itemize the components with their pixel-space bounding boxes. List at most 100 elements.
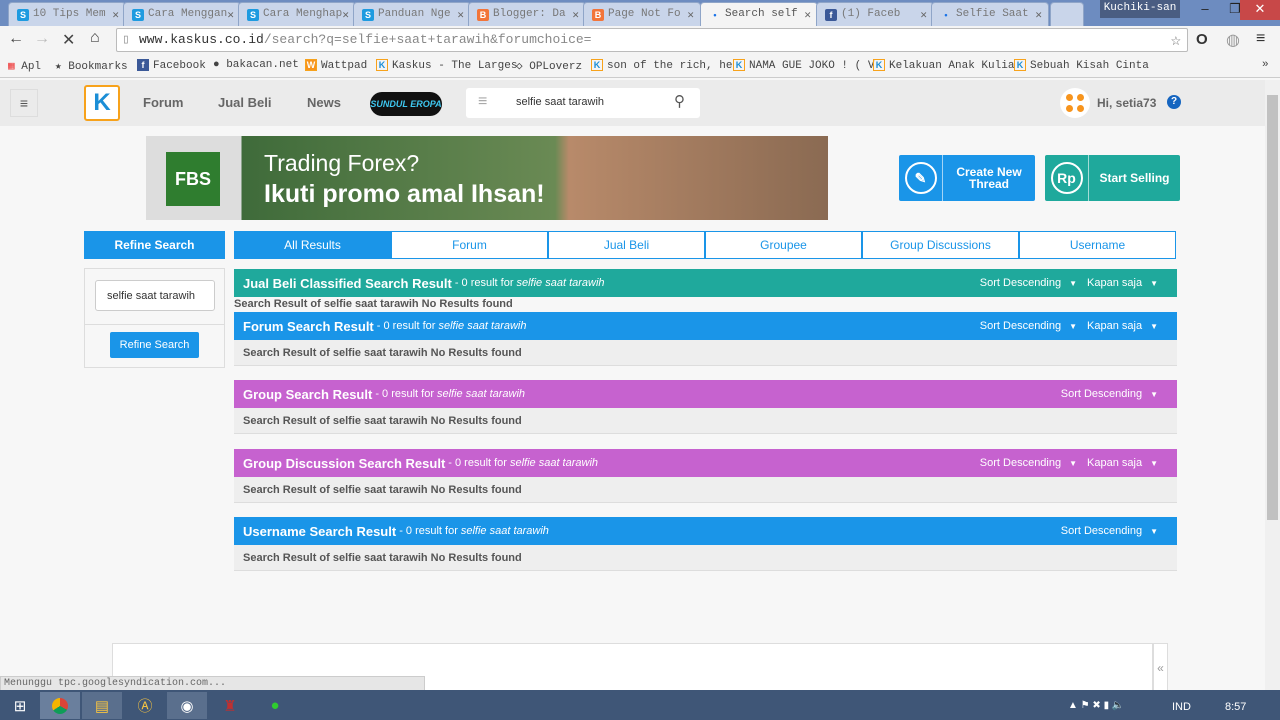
browser-tab[interactable]: S Cara Menghap ✕	[238, 2, 356, 26]
app-taskbar-icon[interactable]: Ⓐ	[125, 692, 165, 719]
result-tab[interactable]: All Results	[234, 231, 391, 259]
greeting[interactable]: Hi, setia73	[1097, 96, 1156, 110]
result-tab[interactable]: Forum	[391, 231, 548, 259]
close-tab-icon[interactable]: ✕	[227, 8, 234, 22]
extension-icon[interactable]: O	[1196, 31, 1208, 48]
sort-dropdown[interactable]: Sort Descending ▼	[1061, 388, 1168, 400]
chevron-down-icon: ▼	[1150, 527, 1158, 536]
bookmark-item[interactable]: K Kelakuan Anak Kulia	[873, 59, 1014, 72]
nav-forum[interactable]: Forum	[143, 95, 183, 110]
game-taskbar-icon[interactable]: ♜	[210, 692, 250, 719]
time-dropdown[interactable]: Kapan saja ▼	[1087, 320, 1168, 332]
collapse-icon[interactable]: «	[1153, 643, 1168, 691]
time-dropdown[interactable]: Kapan saja ▼	[1087, 457, 1168, 469]
refine-search-button[interactable]: Refine Search	[110, 332, 199, 358]
browser-tab[interactable]: • Selfie Saat ✕	[931, 2, 1049, 26]
refine-input[interactable]: selfie saat tarawih	[95, 280, 215, 311]
clock[interactable]: 8:57	[1225, 701, 1246, 713]
bookmark-label: Kaskus - The Larges	[392, 60, 518, 72]
kaskus-logo[interactable]: K	[84, 85, 120, 121]
chevron-down-icon: ▼	[1069, 459, 1078, 468]
search-input[interactable]: selfie saat tarawih	[516, 96, 604, 108]
ad-banner[interactable]: FBS Trading Forex? Ikuti promo amal Ihsa…	[146, 136, 828, 220]
search-menu-icon[interactable]: ≡	[478, 93, 487, 111]
browser-tab[interactable]: S 10 Tips Mem ✕	[8, 2, 126, 26]
start-button[interactable]: ⊞	[0, 692, 40, 719]
bookmark-item[interactable]: ◇ OPLoverz	[516, 59, 582, 73]
result-tab[interactable]: Groupee	[705, 231, 862, 259]
sort-dropdown[interactable]: Sort Descending ▼	[980, 320, 1087, 332]
refine-panel: selfie saat tarawih Refine Search	[84, 268, 225, 368]
section-title: Forum Search Result	[243, 318, 374, 334]
page-icon: ▯	[122, 32, 130, 47]
search-icon[interactable]: ⚲	[674, 92, 685, 110]
close-tab-icon[interactable]: ✕	[457, 8, 464, 22]
bookmark-item[interactable]: K Sebuah Kisah Cinta	[1014, 59, 1149, 72]
stop-icon[interactable]: ✕	[62, 30, 75, 50]
address-bar[interactable]: ▯ www.kaskus.co.id/search?q=selfie+saat+t…	[116, 28, 1188, 52]
browser-tab[interactable]: S Panduan Nge ✕	[353, 2, 471, 26]
bookmark-item[interactable]: ★ Bookmarks	[55, 59, 128, 73]
sort-dropdown[interactable]: Sort Descending ▼	[1061, 525, 1168, 537]
close-tab-icon[interactable]: ✕	[920, 8, 927, 22]
result-tab[interactable]: Jual Beli	[548, 231, 705, 259]
hamburger-button[interactable]: ≡	[10, 89, 38, 117]
back-icon[interactable]: ←	[8, 30, 24, 48]
sundul-eropa-logo[interactable]: SUNDUL EROPA	[370, 92, 442, 116]
bookmark-item[interactable]: f Facebook	[137, 59, 206, 72]
time-dropdown[interactable]: Kapan saja ▼	[1087, 277, 1168, 289]
bookmark-label: Apl	[21, 61, 42, 73]
sort-dropdown[interactable]: Sort Descending ▼	[980, 277, 1087, 289]
bookmark-item[interactable]: Kson of the rich, he	[591, 59, 732, 72]
close-tab-icon[interactable]: ✕	[1035, 8, 1042, 22]
tray-icons[interactable]: ▲ ⚑ ✖ ▮ 🔈	[1068, 700, 1124, 711]
bookmarks-more[interactable]: »	[1262, 59, 1269, 71]
nav-news[interactable]: News	[307, 95, 341, 110]
browser-tab[interactable]: B Page Not Fo ✕	[583, 2, 701, 26]
close-tab-icon[interactable]: ✕	[572, 8, 579, 22]
bookmark-item[interactable]: K NAMA GUE JOKO ! ( V	[733, 59, 874, 72]
tab-title: Page Not Fo	[608, 8, 681, 20]
result-tab[interactable]: Group Discussions	[862, 231, 1019, 259]
bookmark-item[interactable]: ● bakacan.net	[213, 59, 299, 71]
s-icon: S	[17, 9, 29, 21]
create-thread-button[interactable]: ✎ Create New Thread	[899, 155, 1035, 201]
minimize-button[interactable]: –	[1190, 0, 1220, 20]
avatar[interactable]	[1060, 88, 1090, 118]
loading-icon: •	[944, 10, 948, 20]
close-tab-icon[interactable]: ✕	[804, 8, 811, 22]
browser-tab[interactable]: • Search self ✕	[700, 2, 818, 26]
chrome-taskbar-icon[interactable]	[40, 692, 80, 719]
result-query: selfie saat tarawih	[437, 388, 526, 400]
browser-tab[interactable]: B Blogger: Da ✕	[468, 2, 586, 26]
tab-title: (1) Faceb	[841, 8, 901, 20]
help-icon[interactable]: ?	[1167, 95, 1181, 109]
forward-icon[interactable]: →	[34, 30, 50, 48]
line-taskbar-icon[interactable]: ●	[255, 692, 295, 719]
star-icon[interactable]: ☆	[1171, 30, 1181, 51]
new-tab-button[interactable]	[1050, 2, 1084, 26]
start-selling-button[interactable]: Rp Start Selling	[1045, 155, 1180, 201]
profile-name[interactable]: Kuchiki-san	[1100, 0, 1180, 18]
menu-icon[interactable]: ≡	[1256, 30, 1265, 48]
nav-jual-beli[interactable]: Jual Beli	[218, 95, 271, 110]
result-tab[interactable]: Username	[1019, 231, 1176, 259]
scrollbar[interactable]	[1265, 80, 1280, 690]
bookmark-item[interactable]: ▦ Apl	[8, 59, 41, 73]
browser-tab[interactable]: f (1) Faceb ✕	[816, 2, 934, 26]
close-tab-icon[interactable]: ✕	[687, 8, 694, 22]
globe-icon[interactable]: ◍	[1226, 30, 1240, 50]
language-indicator[interactable]: IND	[1172, 701, 1191, 713]
bookmark-item[interactable]: K Kaskus - The Larges	[376, 59, 517, 72]
s-icon: S	[247, 9, 259, 21]
home-icon[interactable]: ⌂	[90, 29, 100, 47]
explorer-taskbar-icon[interactable]: ▤	[82, 692, 122, 719]
close-window-button[interactable]: ✕	[1240, 0, 1280, 20]
sort-dropdown[interactable]: Sort Descending ▼	[980, 457, 1087, 469]
bookmark-item[interactable]: W Wattpad	[305, 59, 367, 72]
bookmark-icon: K	[591, 59, 607, 72]
close-tab-icon[interactable]: ✕	[342, 8, 349, 22]
close-tab-icon[interactable]: ✕	[112, 8, 119, 22]
steam-taskbar-icon[interactable]: ◉	[167, 692, 207, 719]
browser-tab[interactable]: S Cara Menggan ✕	[123, 2, 241, 26]
